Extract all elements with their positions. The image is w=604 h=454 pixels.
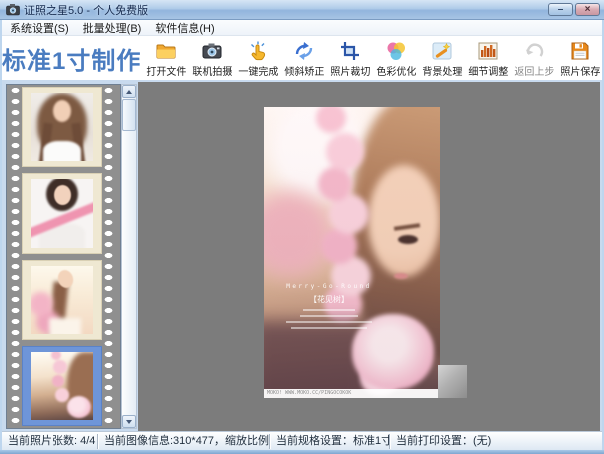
- color-optimize-icon: [385, 40, 407, 62]
- one-click-finish-icon: [247, 40, 269, 62]
- minimize-button[interactable]: –: [548, 3, 573, 16]
- preview-canvas: Merry-Go-Round 【花见树】 MOKO! WWW.MOKO.CC/P…: [138, 82, 600, 431]
- camera-capture-icon: [201, 40, 223, 62]
- tool-camera-capture[interactable]: 联机拍摄: [189, 40, 235, 78]
- background-process-icon: [431, 40, 453, 62]
- statusbar: 当前照片张数: 4/4 当前图像信息:310*477，缩放比例 100% 当前规…: [2, 431, 602, 450]
- tool-undo-step[interactable]: 返回上步: [511, 40, 557, 78]
- photo-crop-icon: [339, 40, 361, 62]
- tool-open-file[interactable]: 打开文件: [143, 40, 189, 78]
- tilt-correction-icon: [293, 40, 315, 62]
- photo-text-block: Merry-Go-Round 【花见树】: [270, 283, 388, 329]
- chevron-down-icon: [126, 420, 132, 424]
- tool-label: 打开文件: [146, 63, 186, 78]
- film-sprocket-holes-left: [11, 85, 20, 428]
- window-title: 证照之星5.0 - 个人免费版: [24, 2, 148, 18]
- thumbnail-photo-2: [31, 179, 93, 247]
- tool-label: 一键完成: [238, 63, 278, 78]
- scroll-up-button[interactable]: [122, 85, 136, 98]
- menu-system-settings[interactable]: 系统设置(S): [10, 20, 69, 36]
- thumbnail-portrait-2[interactable]: [22, 173, 102, 253]
- detail-adjust-icon: [477, 40, 499, 62]
- status-spec-setting: 当前规格设置：标准1寸: [270, 434, 390, 449]
- filmstrip-scrollbar[interactable]: [121, 84, 137, 429]
- thumbnail-portrait-4-selected[interactable]: [22, 346, 102, 426]
- tool-label: 联机拍摄: [192, 63, 232, 78]
- tool-background-process[interactable]: 背景处理: [419, 40, 465, 78]
- preview-photo: Merry-Go-Round 【花见树】 MOKO! WWW.MOKO.CC/P…: [264, 107, 440, 398]
- photo-watermark: MOKO! WWW.MOKO.CC/PINGOCOKOK: [264, 389, 440, 398]
- tool-one-click-finish[interactable]: 一键完成: [235, 40, 281, 78]
- window-controls: – ×: [548, 3, 600, 16]
- tool-label: 色彩优化: [376, 63, 416, 78]
- scroll-down-button[interactable]: [122, 415, 136, 428]
- content-area: Merry-Go-Round 【花见树】 MOKO! WWW.MOKO.CC/P…: [2, 80, 602, 431]
- tool-label: 细节调整: [468, 63, 508, 78]
- tool-tilt-correction[interactable]: 倾斜矫正: [281, 40, 327, 78]
- toolbar: 标准1寸制作 打开文件 联机拍摄 一键完成: [2, 36, 602, 80]
- photo-tint-overlay: [264, 107, 440, 398]
- tool-detail-adjust[interactable]: 细节调整: [465, 40, 511, 78]
- toolbar-tools: 打开文件 联机拍摄 一键完成 倾斜矫正: [141, 36, 604, 80]
- app-window: 证照之星5.0 - 个人免费版 – × 系统设置(S) 批量处理(B) 软件信息…: [0, 0, 604, 454]
- photo-overlay-title: Merry-Go-Round: [270, 283, 388, 290]
- thumbnail-photo-3: [31, 266, 93, 334]
- menu-software-info[interactable]: 软件信息(H): [155, 20, 214, 36]
- photo-caption-line: [303, 309, 355, 311]
- photo-caption-line: [291, 327, 367, 329]
- thumbnail-portrait-1[interactable]: [22, 87, 102, 167]
- photo-save-icon: [569, 40, 591, 62]
- tool-color-optimize[interactable]: 色彩优化: [373, 40, 419, 78]
- close-button[interactable]: ×: [575, 3, 600, 16]
- photo-caption-line: [300, 315, 358, 317]
- thumbnail-photo-1: [31, 93, 93, 161]
- tool-label: 照片裁切: [330, 63, 370, 78]
- app-icon: [6, 3, 20, 16]
- thumbnail-list: [22, 87, 102, 426]
- status-image-info: 当前图像信息:310*477，缩放比例 100%: [98, 434, 270, 449]
- tool-label: 返回上步: [514, 63, 554, 78]
- thumbnail-portrait-3[interactable]: [22, 260, 102, 340]
- tool-label: 照片保存: [560, 63, 600, 78]
- scrollbar-thumb[interactable]: [122, 99, 136, 131]
- window-bottom-edge: [0, 450, 604, 454]
- menubar: 系统设置(S) 批量处理(B) 软件信息(H): [2, 20, 602, 36]
- gray-overlay-box: [438, 365, 467, 398]
- thumbnail-photo-4: [31, 352, 93, 420]
- film-sprocket-holes-right: [104, 85, 113, 428]
- undo-step-icon: [523, 40, 545, 62]
- menu-batch-process[interactable]: 批量处理(B): [83, 20, 142, 36]
- mode-title: 标准1寸制作: [2, 36, 141, 80]
- photo-caption-line: [286, 321, 372, 323]
- status-photo-count: 当前照片张数: 4/4: [2, 434, 98, 449]
- tool-photo-save[interactable]: 照片保存: [557, 40, 603, 78]
- open-file-icon: [155, 40, 177, 62]
- photo-overlay-caption: 【花见树】: [270, 294, 388, 305]
- tool-label: 背景处理: [422, 63, 462, 78]
- chevron-up-icon: [126, 90, 132, 94]
- tool-label: 倾斜矫正: [284, 63, 324, 78]
- titlebar[interactable]: 证照之星5.0 - 个人免费版 – ×: [0, 0, 604, 20]
- tool-photo-crop[interactable]: 照片裁切: [327, 40, 373, 78]
- status-print-setting: 当前打印设置：(无): [390, 434, 540, 449]
- filmstrip: [6, 84, 121, 429]
